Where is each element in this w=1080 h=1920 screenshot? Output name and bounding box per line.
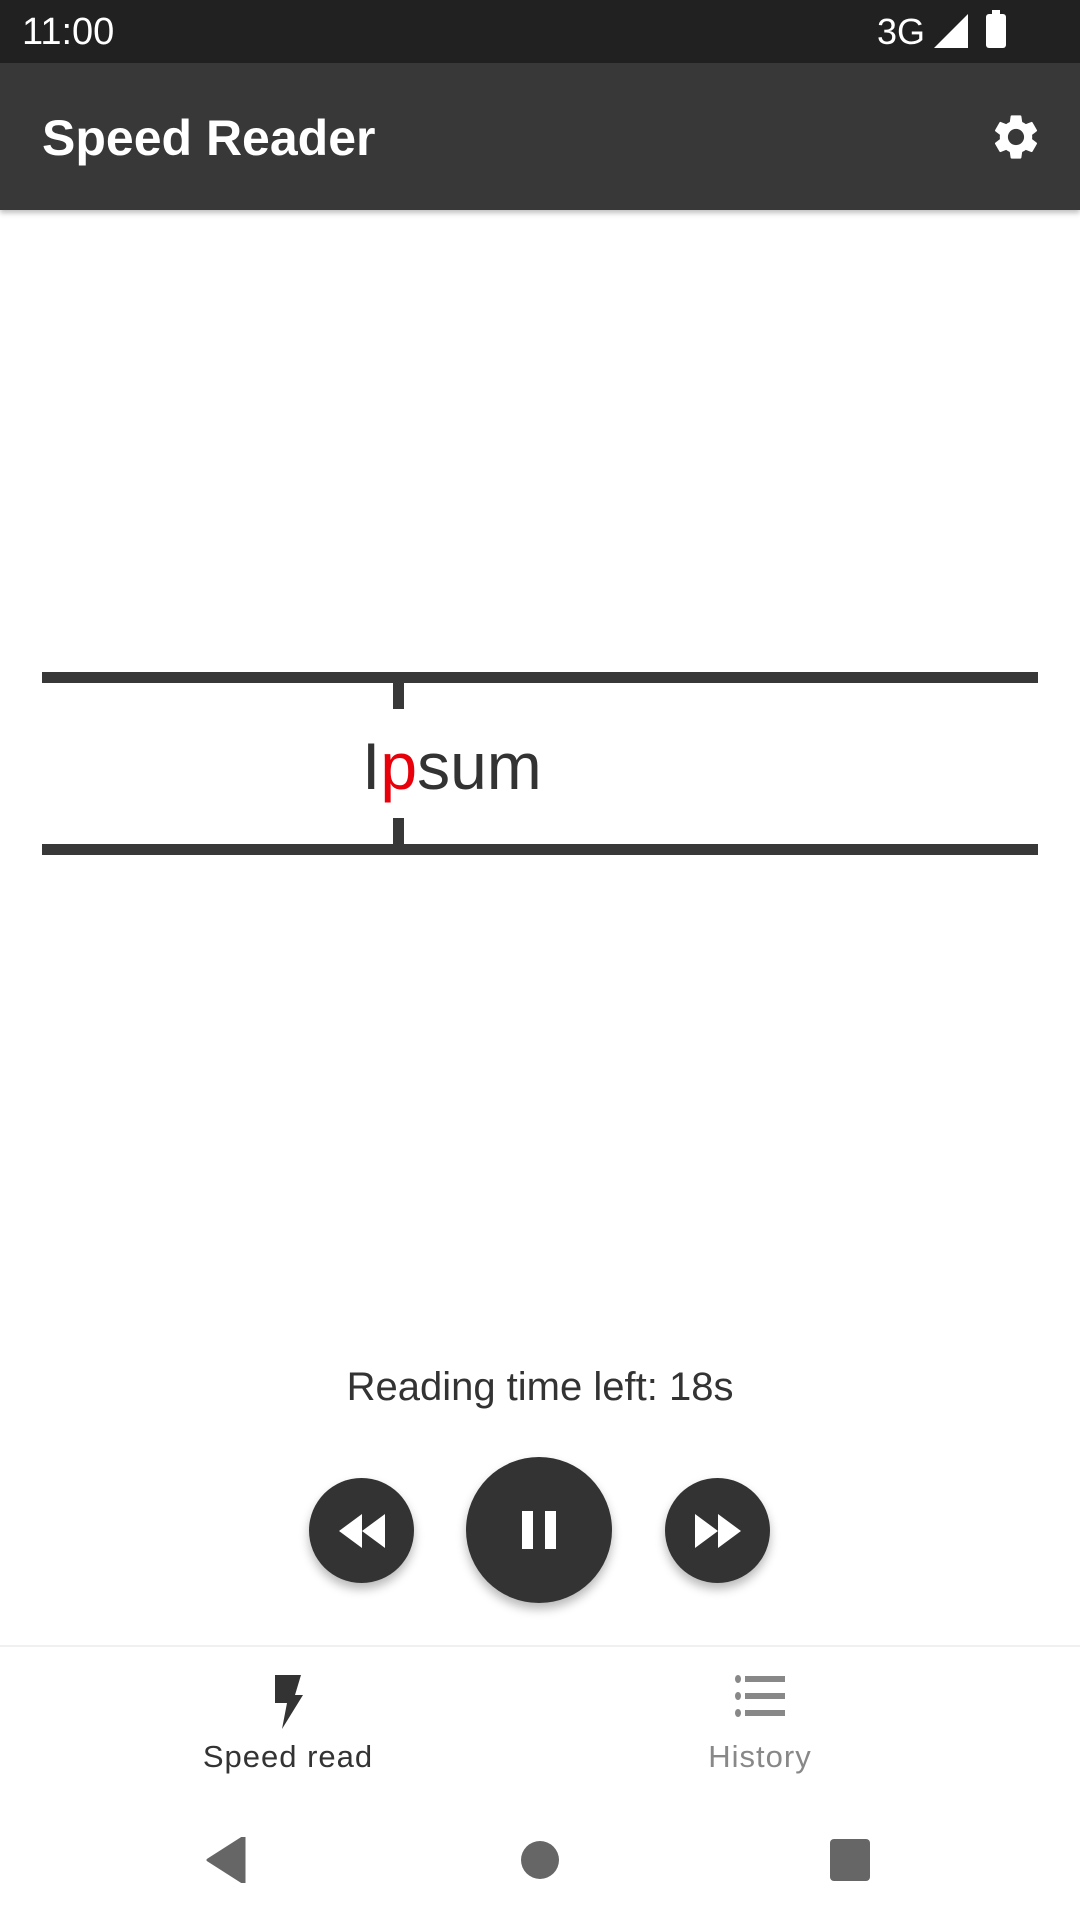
bottom-focus-marker: [393, 818, 404, 844]
focus-letter: p: [380, 729, 418, 803]
network-type: 3G: [877, 11, 926, 52]
tab-speed-read-label: Speed read: [202, 1739, 374, 1774]
settings-button[interactable]: [982, 103, 1050, 171]
bottom-navigation: Speed read History: [0, 1645, 1080, 1797]
pause-button[interactable]: [466, 1457, 612, 1603]
lightning-bolt-icon: [275, 1675, 303, 1729]
top-focus-marker: [393, 683, 404, 709]
recents-icon: [830, 1839, 870, 1881]
app-bar: Speed Reader: [0, 63, 1080, 210]
tab-history-label: History: [708, 1739, 812, 1774]
back-icon: [206, 1837, 246, 1883]
rewind-button[interactable]: [309, 1478, 414, 1583]
fast-forward-button[interactable]: [665, 1478, 770, 1583]
home-icon: [521, 1841, 559, 1879]
cell-signal-icon: [934, 14, 968, 48]
bottom-guide-line: [42, 844, 1038, 855]
top-guide-line: [42, 672, 1038, 683]
pause-icon: [522, 1511, 556, 1549]
status-time: 11:00: [22, 11, 115, 53]
word-prefix: I: [362, 729, 381, 803]
tab-history[interactable]: History: [490, 1647, 1030, 1797]
back-button[interactable]: [196, 1830, 256, 1890]
reading-time-left: Reading time left: 18s: [346, 1365, 734, 1409]
status-bar: 11:00 3G: [0, 0, 1080, 63]
current-word: Ipsum: [362, 728, 542, 804]
gear-icon: [994, 115, 1038, 159]
word-suffix: sum: [417, 729, 542, 803]
rewind-icon: [338, 1513, 385, 1548]
home-button[interactable]: [510, 1830, 570, 1890]
recents-button[interactable]: [820, 1830, 880, 1890]
list-icon: [735, 1675, 785, 1717]
app-title: Speed Reader: [42, 110, 376, 166]
fast-forward-icon: [694, 1513, 741, 1548]
system-navigation-bar: [0, 1800, 1080, 1920]
battery-icon: [986, 10, 1006, 48]
